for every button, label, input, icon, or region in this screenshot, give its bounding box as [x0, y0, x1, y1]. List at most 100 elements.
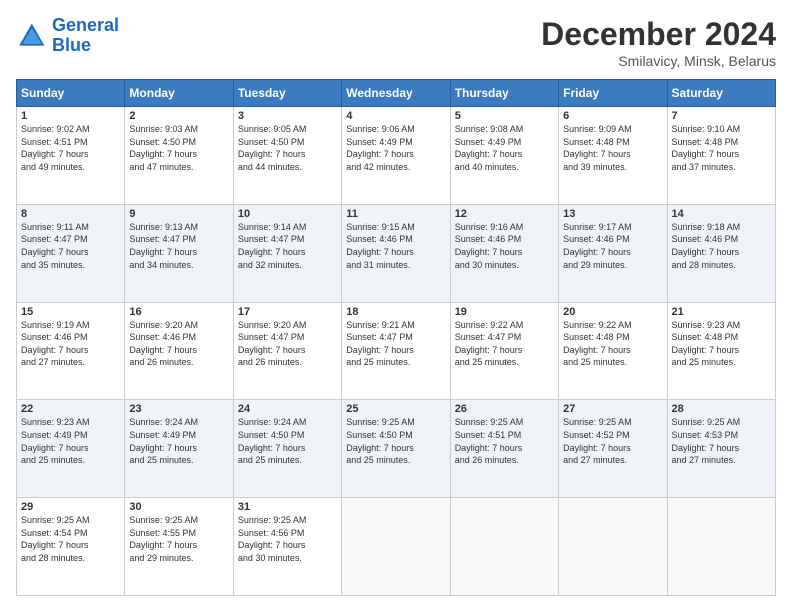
- day-number: 5: [455, 110, 554, 122]
- week-row-1: 1 Sunrise: 9:02 AMSunset: 4:51 PMDayligh…: [17, 107, 776, 205]
- day-cell: 8 Sunrise: 9:11 AMSunset: 4:47 PMDayligh…: [17, 204, 125, 302]
- day-cell: 12 Sunrise: 9:16 AMSunset: 4:46 PMDaylig…: [450, 204, 558, 302]
- day-cell: [667, 498, 775, 596]
- day-cell: 15 Sunrise: 9:19 AMSunset: 4:46 PMDaylig…: [17, 302, 125, 400]
- day-cell: 28 Sunrise: 9:25 AMSunset: 4:53 PMDaylig…: [667, 400, 775, 498]
- day-cell: 2 Sunrise: 9:03 AMSunset: 4:50 PMDayligh…: [125, 107, 233, 205]
- day-cell: 13 Sunrise: 9:17 AMSunset: 4:46 PMDaylig…: [559, 204, 667, 302]
- day-cell: 24 Sunrise: 9:24 AMSunset: 4:50 PMDaylig…: [233, 400, 341, 498]
- day-number: 30: [129, 501, 228, 513]
- day-cell: 3 Sunrise: 9:05 AMSunset: 4:50 PMDayligh…: [233, 107, 341, 205]
- day-number: 9: [129, 208, 228, 220]
- day-cell: 5 Sunrise: 9:08 AMSunset: 4:49 PMDayligh…: [450, 107, 558, 205]
- day-info: Sunrise: 9:10 AMSunset: 4:48 PMDaylight:…: [672, 123, 771, 173]
- day-cell: 27 Sunrise: 9:25 AMSunset: 4:52 PMDaylig…: [559, 400, 667, 498]
- day-number: 8: [21, 208, 120, 220]
- day-info: Sunrise: 9:19 AMSunset: 4:46 PMDaylight:…: [21, 319, 120, 369]
- day-info: Sunrise: 9:18 AMSunset: 4:46 PMDaylight:…: [672, 221, 771, 271]
- col-header-friday: Friday: [559, 80, 667, 107]
- day-number: 29: [21, 501, 120, 513]
- subtitle: Smilavicy, Minsk, Belarus: [541, 53, 776, 69]
- day-info: Sunrise: 9:17 AMSunset: 4:46 PMDaylight:…: [563, 221, 662, 271]
- day-info: Sunrise: 9:05 AMSunset: 4:50 PMDaylight:…: [238, 123, 337, 173]
- day-cell: 19 Sunrise: 9:22 AMSunset: 4:47 PMDaylig…: [450, 302, 558, 400]
- title-section: December 2024 Smilavicy, Minsk, Belarus: [541, 16, 776, 69]
- logo-line1: General: [52, 15, 119, 35]
- calendar-table: SundayMondayTuesdayWednesdayThursdayFrid…: [16, 79, 776, 596]
- week-row-2: 8 Sunrise: 9:11 AMSunset: 4:47 PMDayligh…: [17, 204, 776, 302]
- day-info: Sunrise: 9:25 AMSunset: 4:51 PMDaylight:…: [455, 416, 554, 466]
- week-row-4: 22 Sunrise: 9:23 AMSunset: 4:49 PMDaylig…: [17, 400, 776, 498]
- day-number: 15: [21, 306, 120, 318]
- day-number: 26: [455, 403, 554, 415]
- logo-icon: [16, 20, 48, 52]
- day-info: Sunrise: 9:09 AMSunset: 4:48 PMDaylight:…: [563, 123, 662, 173]
- day-cell: 14 Sunrise: 9:18 AMSunset: 4:46 PMDaylig…: [667, 204, 775, 302]
- day-number: 6: [563, 110, 662, 122]
- header: General Blue December 2024 Smilavicy, Mi…: [16, 16, 776, 69]
- logo-line2: Blue: [52, 35, 91, 55]
- day-info: Sunrise: 9:15 AMSunset: 4:46 PMDaylight:…: [346, 221, 445, 271]
- col-header-wednesday: Wednesday: [342, 80, 450, 107]
- day-number: 24: [238, 403, 337, 415]
- day-cell: 1 Sunrise: 9:02 AMSunset: 4:51 PMDayligh…: [17, 107, 125, 205]
- day-cell: [342, 498, 450, 596]
- day-info: Sunrise: 9:16 AMSunset: 4:46 PMDaylight:…: [455, 221, 554, 271]
- day-cell: 4 Sunrise: 9:06 AMSunset: 4:49 PMDayligh…: [342, 107, 450, 205]
- day-number: 7: [672, 110, 771, 122]
- day-cell: 20 Sunrise: 9:22 AMSunset: 4:48 PMDaylig…: [559, 302, 667, 400]
- page: General Blue December 2024 Smilavicy, Mi…: [0, 0, 792, 612]
- day-number: 23: [129, 403, 228, 415]
- day-number: 1: [21, 110, 120, 122]
- col-header-sunday: Sunday: [17, 80, 125, 107]
- day-info: Sunrise: 9:23 AMSunset: 4:48 PMDaylight:…: [672, 319, 771, 369]
- day-cell: 9 Sunrise: 9:13 AMSunset: 4:47 PMDayligh…: [125, 204, 233, 302]
- day-number: 3: [238, 110, 337, 122]
- day-info: Sunrise: 9:25 AMSunset: 4:54 PMDaylight:…: [21, 514, 120, 564]
- day-number: 14: [672, 208, 771, 220]
- day-info: Sunrise: 9:25 AMSunset: 4:56 PMDaylight:…: [238, 514, 337, 564]
- day-cell: 7 Sunrise: 9:10 AMSunset: 4:48 PMDayligh…: [667, 107, 775, 205]
- day-cell: 11 Sunrise: 9:15 AMSunset: 4:46 PMDaylig…: [342, 204, 450, 302]
- day-cell: 6 Sunrise: 9:09 AMSunset: 4:48 PMDayligh…: [559, 107, 667, 205]
- col-header-saturday: Saturday: [667, 80, 775, 107]
- day-info: Sunrise: 9:08 AMSunset: 4:49 PMDaylight:…: [455, 123, 554, 173]
- day-info: Sunrise: 9:22 AMSunset: 4:48 PMDaylight:…: [563, 319, 662, 369]
- header-row: SundayMondayTuesdayWednesdayThursdayFrid…: [17, 80, 776, 107]
- day-info: Sunrise: 9:21 AMSunset: 4:47 PMDaylight:…: [346, 319, 445, 369]
- day-info: Sunrise: 9:25 AMSunset: 4:55 PMDaylight:…: [129, 514, 228, 564]
- day-cell: 25 Sunrise: 9:25 AMSunset: 4:50 PMDaylig…: [342, 400, 450, 498]
- day-info: Sunrise: 9:25 AMSunset: 4:50 PMDaylight:…: [346, 416, 445, 466]
- day-number: 21: [672, 306, 771, 318]
- day-info: Sunrise: 9:22 AMSunset: 4:47 PMDaylight:…: [455, 319, 554, 369]
- day-number: 19: [455, 306, 554, 318]
- day-number: 20: [563, 306, 662, 318]
- day-cell: [559, 498, 667, 596]
- day-number: 4: [346, 110, 445, 122]
- logo-text: General Blue: [52, 16, 119, 56]
- day-cell: 26 Sunrise: 9:25 AMSunset: 4:51 PMDaylig…: [450, 400, 558, 498]
- col-header-tuesday: Tuesday: [233, 80, 341, 107]
- day-number: 11: [346, 208, 445, 220]
- day-cell: [450, 498, 558, 596]
- day-info: Sunrise: 9:02 AMSunset: 4:51 PMDaylight:…: [21, 123, 120, 173]
- day-cell: 29 Sunrise: 9:25 AMSunset: 4:54 PMDaylig…: [17, 498, 125, 596]
- day-number: 2: [129, 110, 228, 122]
- col-header-thursday: Thursday: [450, 80, 558, 107]
- day-cell: 18 Sunrise: 9:21 AMSunset: 4:47 PMDaylig…: [342, 302, 450, 400]
- day-number: 31: [238, 501, 337, 513]
- day-info: Sunrise: 9:25 AMSunset: 4:53 PMDaylight:…: [672, 416, 771, 466]
- week-row-5: 29 Sunrise: 9:25 AMSunset: 4:54 PMDaylig…: [17, 498, 776, 596]
- day-number: 13: [563, 208, 662, 220]
- day-number: 12: [455, 208, 554, 220]
- day-info: Sunrise: 9:11 AMSunset: 4:47 PMDaylight:…: [21, 221, 120, 271]
- day-number: 17: [238, 306, 337, 318]
- day-number: 10: [238, 208, 337, 220]
- day-number: 27: [563, 403, 662, 415]
- day-cell: 17 Sunrise: 9:20 AMSunset: 4:47 PMDaylig…: [233, 302, 341, 400]
- day-number: 28: [672, 403, 771, 415]
- main-title: December 2024: [541, 16, 776, 53]
- day-info: Sunrise: 9:24 AMSunset: 4:49 PMDaylight:…: [129, 416, 228, 466]
- day-cell: 21 Sunrise: 9:23 AMSunset: 4:48 PMDaylig…: [667, 302, 775, 400]
- day-cell: 10 Sunrise: 9:14 AMSunset: 4:47 PMDaylig…: [233, 204, 341, 302]
